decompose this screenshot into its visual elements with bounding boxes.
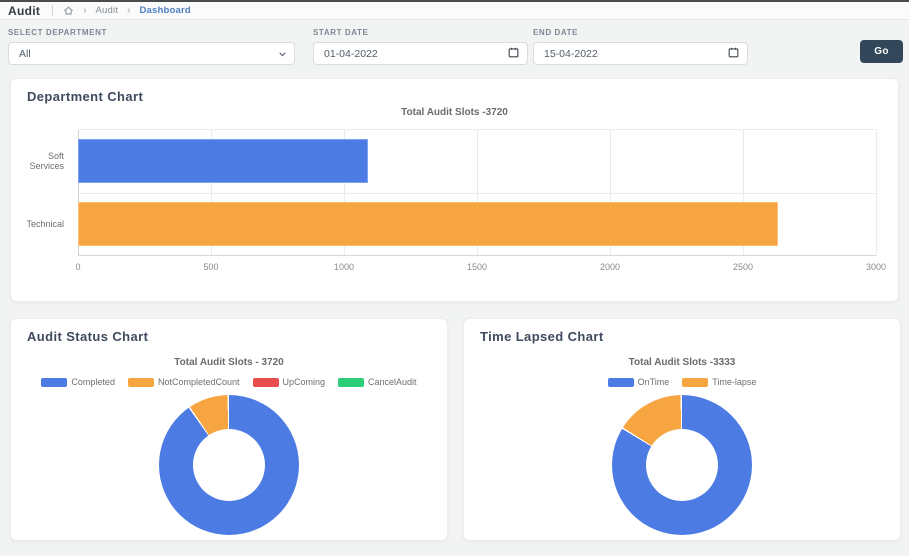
audit-status-legend: Completed NotCompletedCount UpComing Cancel… [11, 377, 447, 387]
category-label: Technical [11, 219, 71, 229]
legend-item-time-lapse[interactable]: Time-lapse [682, 377, 756, 387]
x-tick-label: 500 [203, 262, 218, 272]
go-button[interactable]: Go [860, 40, 903, 63]
home-icon[interactable] [63, 5, 74, 16]
calendar-icon[interactable] [728, 47, 739, 61]
audit-status-doughnut[interactable] [159, 395, 299, 535]
chevron-down-icon [279, 48, 286, 60]
breadcrumb-separator: › [127, 6, 130, 16]
start-date-value: 01-04-2022 [324, 48, 378, 60]
filter-bar: SELECT DEPARTMENT All START DATE 01-04-2… [0, 21, 909, 73]
legend-item-ontime[interactable]: OnTime [608, 377, 670, 387]
legend-label: NotCompletedCount [158, 377, 240, 387]
end-date-group: END DATE 15-04-2022 [533, 28, 748, 65]
legend-item-upcoming[interactable]: UpComing [253, 377, 326, 387]
bar-soft-services[interactable] [78, 139, 368, 183]
department-chart-title: Total Audit Slots -3720 [11, 107, 898, 118]
time-lapsed-panel: Time Lapsed Chart Total Audit Slots -333… [463, 318, 901, 541]
gridline [876, 130, 877, 255]
end-date-label: END DATE [533, 28, 748, 37]
start-date-input[interactable]: 01-04-2022 [313, 42, 528, 65]
legend-item-cancelaudit[interactable]: CancelAudit [338, 377, 417, 387]
department-filter-group: SELECT DEPARTMENT All [8, 28, 295, 65]
breadcrumb: › Audit › Dashboard [63, 5, 191, 16]
legend-label: Time-lapse [712, 377, 756, 387]
start-date-label: START DATE [313, 28, 528, 37]
legend-swatch [41, 378, 67, 387]
x-tick-label: 3000 [866, 262, 886, 272]
x-tick-label: 2000 [600, 262, 620, 272]
legend-label: CancelAudit [368, 377, 417, 387]
end-date-input[interactable]: 15-04-2022 [533, 42, 748, 65]
page-title: Audit [8, 4, 40, 18]
legend-swatch [128, 378, 154, 387]
bar-row [78, 130, 876, 193]
time-lapsed-heading: Time Lapsed Chart [480, 329, 604, 344]
x-tick-label: 2500 [733, 262, 753, 272]
x-tick-label: 1000 [334, 262, 354, 272]
bar-technical[interactable] [78, 202, 778, 246]
legend-swatch [608, 378, 634, 387]
time-lapsed-chart-title: Total Audit Slots -3333 [464, 357, 900, 368]
audit-dashboard-screen: Audit › Audit › Dashboard SELECT DEPARTM… [0, 0, 909, 556]
department-chart-panel: Department Chart Total Audit Slots -3720… [10, 78, 899, 302]
bar-chart-plot [78, 129, 876, 256]
x-tick-label: 0 [75, 262, 80, 272]
legend-swatch [253, 378, 279, 387]
audit-status-panel: Audit Status Chart Total Audit Slots - 3… [10, 318, 448, 541]
audit-status-chart-title: Total Audit Slots - 3720 [11, 357, 447, 368]
legend-label: Completed [71, 377, 115, 387]
breadcrumb-separator: › [83, 6, 86, 16]
x-tick-label: 1500 [467, 262, 487, 272]
start-date-group: START DATE 01-04-2022 [313, 28, 528, 65]
bar-chart-x-axis: 050010001500200025003000 [78, 262, 876, 274]
legend-swatch [338, 378, 364, 387]
legend-item-notcompletedcount[interactable]: NotCompletedCount [128, 377, 240, 387]
legend-label: UpComing [283, 377, 326, 387]
header-bar: Audit › Audit › Dashboard [0, 2, 909, 20]
bar-chart-category-labels: Soft Services Technical [11, 129, 71, 256]
audit-status-heading: Audit Status Chart [27, 329, 148, 344]
department-filter-label: SELECT DEPARTMENT [8, 28, 295, 37]
department-chart-heading: Department Chart [27, 89, 143, 104]
department-select-value: All [19, 48, 31, 60]
calendar-icon[interactable] [508, 47, 519, 61]
breadcrumb-item-audit[interactable]: Audit [96, 5, 119, 16]
breadcrumb-item-dashboard[interactable]: Dashboard [140, 5, 191, 16]
doughnut-hole [646, 429, 718, 501]
time-lapsed-legend: OnTime Time-lapse [464, 377, 900, 387]
legend-label: OnTime [638, 377, 670, 387]
end-date-value: 15-04-2022 [544, 48, 598, 60]
category-label: Soft Services [11, 151, 71, 171]
bar-row [78, 193, 876, 256]
header-divider [52, 5, 53, 16]
legend-item-completed[interactable]: Completed [41, 377, 115, 387]
doughnut-hole [193, 429, 265, 501]
legend-swatch [682, 378, 708, 387]
time-lapsed-doughnut[interactable] [612, 395, 752, 535]
department-select[interactable]: All [8, 42, 295, 65]
